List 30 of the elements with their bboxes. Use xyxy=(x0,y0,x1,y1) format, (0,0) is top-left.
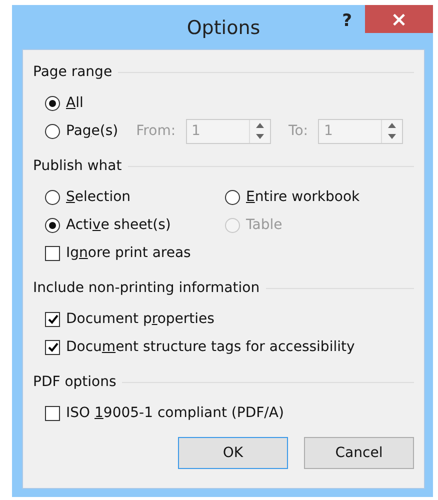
group-heading: Page range xyxy=(33,64,112,80)
radio-button[interactable] xyxy=(45,96,60,110)
window-title: Options xyxy=(186,17,260,39)
option-label: Selection xyxy=(66,189,131,205)
dialog-button[interactable]: OK xyxy=(178,437,288,469)
option-label: Entire workbook xyxy=(246,189,360,205)
radio-button[interactable] xyxy=(45,190,60,204)
group-heading: Publish what xyxy=(33,158,122,174)
option-label: Ignore print areas xyxy=(66,245,191,261)
close-button[interactable]: × xyxy=(365,5,433,33)
radio-button[interactable] xyxy=(45,218,60,232)
group-heading: Include non-printing information xyxy=(33,280,260,296)
radio-button[interactable] xyxy=(225,190,240,204)
field-label: From: xyxy=(136,123,176,139)
option-label: Page(s) xyxy=(66,123,118,139)
checkbox[interactable] xyxy=(45,406,60,420)
option-label: All xyxy=(66,95,84,111)
field-label: To: xyxy=(288,123,308,139)
option-label: Active sheet(s) xyxy=(66,217,171,233)
group-heading: PDF options xyxy=(33,374,116,390)
option-label: Document properties xyxy=(66,311,214,327)
help-button[interactable]: ? xyxy=(336,11,358,31)
option-label: ISO 19005-1 compliant (PDF/A) xyxy=(66,405,284,421)
option-label: Document structure tags for accessibility xyxy=(66,339,355,355)
option-label: Table xyxy=(246,217,282,233)
dialog-button[interactable]: Cancel xyxy=(304,437,414,469)
checkbox[interactable] xyxy=(45,340,60,354)
radio-button[interactable] xyxy=(45,124,60,138)
checkbox[interactable] xyxy=(45,312,60,326)
checkbox[interactable] xyxy=(45,246,60,260)
